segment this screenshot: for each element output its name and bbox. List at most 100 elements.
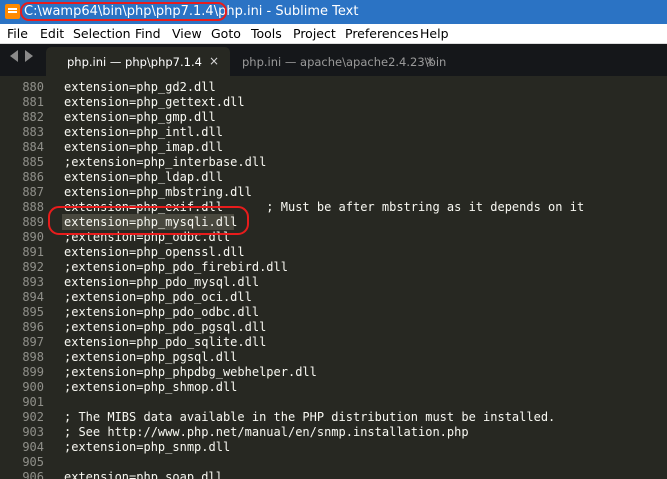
code-line[interactable]: 899 ;extension=php_phpdbg_webhelper.dll	[0, 365, 667, 380]
tab-label: php.ini — php\php7.1.4	[67, 55, 202, 69]
line-text[interactable]: extension=php_ldap.dll	[64, 170, 223, 184]
code-line[interactable]: 892 ;extension=php_pdo_firebird.dll	[0, 260, 667, 275]
window-title-app: Sublime Text	[275, 4, 359, 19]
menu-edit[interactable]: Edit	[40, 26, 64, 41]
line-number: 897	[22, 335, 44, 349]
menu-file[interactable]: File	[7, 26, 28, 41]
close-icon[interactable]: ×	[425, 54, 435, 68]
line-number: 886	[22, 170, 44, 184]
code-line[interactable]: 883 extension=php_intl.dll	[0, 125, 667, 140]
line-number: 885	[22, 155, 44, 169]
code-line[interactable]: 887 extension=php_mbstring.dll	[0, 185, 667, 200]
line-text[interactable]: extension=php_intl.dll	[64, 125, 223, 139]
tab-label: php.ini — apache\apache2.4.23\bin	[242, 55, 447, 69]
arrow-left-icon[interactable]	[10, 50, 18, 62]
line-text[interactable]: ;extension=php_shmop.dll	[64, 380, 237, 394]
line-text[interactable]: extension=php_imap.dll	[64, 140, 223, 154]
line-text[interactable]: ;extension=php_pdo_firebird.dll	[64, 260, 288, 274]
code-line[interactable]: 900 ;extension=php_shmop.dll	[0, 380, 667, 395]
close-icon[interactable]: ×	[209, 54, 219, 68]
line-number: 888	[22, 200, 44, 214]
line-text[interactable]: extension=php_gd2.dll	[64, 80, 216, 94]
line-text[interactable]: ; The MIBS data available in the PHP dis…	[64, 410, 555, 424]
code-line[interactable]: 902 ; The MIBS data available in the PHP …	[0, 410, 667, 425]
tab-apache-php-ini[interactable]: php.ini — apache\apache2.4.23\bin ×	[218, 47, 448, 76]
line-text[interactable]: extension=php_gmp.dll	[64, 110, 216, 124]
code-line[interactable]: 894 ;extension=php_pdo_oci.dll	[0, 290, 667, 305]
menu-tools[interactable]: Tools	[251, 26, 282, 41]
menu-help[interactable]: Help	[420, 26, 449, 41]
line-number: 901	[22, 395, 44, 409]
code-line[interactable]: 905	[0, 455, 667, 470]
line-number: 905	[22, 455, 44, 469]
line-number: 893	[22, 275, 44, 289]
code-line[interactable]: 885 ;extension=php_interbase.dll	[0, 155, 667, 170]
line-text[interactable]: extension=php_openssl.dll	[64, 245, 245, 259]
title-bar: C:\wamp64\bin\php\php7.1.4\php.ini - Sub…	[0, 0, 667, 24]
line-number: 906	[22, 470, 44, 479]
line-number: 891	[22, 245, 44, 259]
line-number: 899	[22, 365, 44, 379]
line-number: 896	[22, 320, 44, 334]
menu-view[interactable]: View	[172, 26, 202, 41]
code-line[interactable]: 895 ;extension=php_pdo_odbc.dll	[0, 305, 667, 320]
menu-goto[interactable]: Goto	[211, 26, 241, 41]
line-text[interactable]: ;extension=php_phpdbg_webhelper.dll	[64, 365, 317, 379]
code-line[interactable]: 896 ;extension=php_pdo_pgsql.dll	[0, 320, 667, 335]
line-number: 880	[22, 80, 44, 94]
line-text[interactable]: ;extension=php_pgsql.dll	[64, 350, 237, 364]
code-editor[interactable]: 880 extension=php_gd2.dll 881 extension=php…	[0, 76, 667, 479]
menu-preferences[interactable]: Preferences	[345, 26, 419, 41]
line-number: 890	[22, 230, 44, 244]
line-number: 900	[22, 380, 44, 394]
line-text[interactable]: ; See http://www.php.net/manual/en/snmp.…	[64, 425, 469, 439]
tab-bar: php.ini — apache\apache2.4.23\bin × php.…	[0, 44, 667, 76]
line-annotation-circle	[48, 206, 249, 235]
line-text[interactable]: extension=php_mbstring.dll	[64, 185, 252, 199]
line-text[interactable]: ;extension=php_pdo_oci.dll	[64, 290, 252, 304]
code-line[interactable]: 897 extension=php_pdo_sqlite.dll	[0, 335, 667, 350]
line-text[interactable]: extension=php_pdo_mysql.dll	[64, 275, 259, 289]
code-line[interactable]: 886 extension=php_ldap.dll	[0, 170, 667, 185]
line-number: 887	[22, 185, 44, 199]
menu-bar: File Edit Selection Find View Goto Tools…	[0, 24, 667, 44]
code-line[interactable]: 881 extension=php_gettext.dll	[0, 95, 667, 110]
code-line[interactable]: 904 ;extension=php_snmp.dll	[0, 440, 667, 455]
code-line[interactable]: 901	[0, 395, 667, 410]
tab-php-ini[interactable]: php.ini — php\php7.1.4 ×	[46, 47, 230, 76]
line-text[interactable]: ;extension=php_snmp.dll	[64, 440, 230, 454]
title-annotation-circle	[20, 2, 227, 21]
code-line[interactable]: 903 ; See http://www.php.net/manual/en/sn…	[0, 425, 667, 440]
line-number: 903	[22, 425, 44, 439]
line-number: 892	[22, 260, 44, 274]
line-text[interactable]: ;extension=php_interbase.dll	[64, 155, 266, 169]
arrow-right-icon[interactable]	[25, 50, 33, 62]
line-number: 884	[22, 140, 44, 154]
code-line[interactable]: 882 extension=php_gmp.dll	[0, 110, 667, 125]
code-line[interactable]: 884 extension=php_imap.dll	[0, 140, 667, 155]
line-text[interactable]: extension=php_soap.dll	[64, 470, 223, 479]
line-number: 889	[22, 215, 44, 229]
code-line[interactable]: 880 extension=php_gd2.dll	[0, 80, 667, 95]
line-number: 883	[22, 125, 44, 139]
menu-project[interactable]: Project	[293, 26, 336, 41]
code-line[interactable]: 906 extension=php_soap.dll	[0, 470, 667, 479]
line-number: 881	[22, 95, 44, 109]
code-line[interactable]: 898 ;extension=php_pgsql.dll	[0, 350, 667, 365]
menu-find[interactable]: Find	[135, 26, 161, 41]
code-line[interactable]: 891 extension=php_openssl.dll	[0, 245, 667, 260]
line-text[interactable]: extension=php_pdo_sqlite.dll	[64, 335, 266, 349]
sublime-text-icon	[5, 4, 20, 19]
line-number: 898	[22, 350, 44, 364]
line-text[interactable]: ;extension=php_pdo_pgsql.dll	[64, 320, 266, 334]
line-number: 895	[22, 305, 44, 319]
menu-selection[interactable]: Selection	[73, 26, 131, 41]
line-number: 902	[22, 410, 44, 424]
line-number: 904	[22, 440, 44, 454]
code-line[interactable]: 893 extension=php_pdo_mysql.dll	[0, 275, 667, 290]
line-text[interactable]: ;extension=php_pdo_odbc.dll	[64, 305, 259, 319]
line-number: 894	[22, 290, 44, 304]
window-title-separator: -	[262, 4, 276, 19]
line-text[interactable]: extension=php_gettext.dll	[64, 95, 245, 109]
line-number: 882	[22, 110, 44, 124]
